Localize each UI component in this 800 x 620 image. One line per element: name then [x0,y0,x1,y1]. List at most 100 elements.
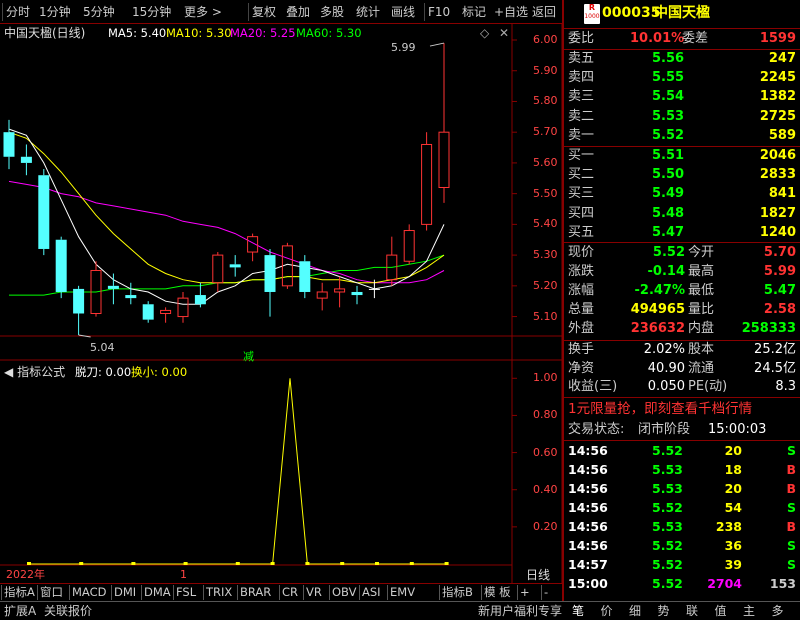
candle-body [316,291,328,299]
tick-row[interactable]: 14:56 5.53 20 B [568,480,800,498]
toolbar-button-9[interactable]: 画线 [391,4,415,20]
status-tab-5[interactable]: 值 [715,603,727,620]
tick-time: 14:56 [568,443,608,458]
stat-value: 5.47 [763,283,796,298]
order-volume: 589 [768,127,796,143]
indicator-tick: 0.60 [533,445,558,459]
indicator-tab-10[interactable]: OBV [332,585,356,600]
tick-time: 14:56 [568,500,608,515]
chart-toolbar: 分时 1分钟 5分钟 15分钟 更多 > 复权 叠加 多股 统计 画线 F10 标记 +自选 返回 [0,0,562,24]
order-book-row[interactable]: 卖二 5.53 2725 [568,108,800,126]
tick-price: 5.52 [652,500,683,515]
toolbar-button-4[interactable]: 更多 > [184,4,222,20]
order-book-row[interactable]: 卖一 5.52 589 [568,127,800,145]
chart-title: 中国天楹(日线) [4,26,86,40]
status-tab-expand[interactable]: 扩展A [4,603,36,620]
status-tab-1[interactable]: 价 [601,603,613,620]
high-marker-arrow [429,42,445,47]
indicator-tab-11[interactable]: ASI [362,585,381,600]
order-book-row[interactable]: 卖三 5.54 1382 [568,88,800,106]
indicator-tab-4[interactable]: DMA [144,585,171,600]
close-icon[interactable]: ✕ [499,26,509,40]
indicator-tab-7[interactable]: BRAR [240,585,271,600]
indicator-tab-12[interactable]: EMV [390,585,415,600]
order-book-row[interactable]: 买二 5.50 2833 [568,166,800,184]
indicator-tab-5[interactable]: FSL [176,585,196,600]
kline-chart-svg[interactable] [0,24,562,589]
order-volume: 2725 [759,108,796,124]
promo-banner[interactable]: 1元限量抢，即刻查看千档行情 [568,400,800,418]
toolbar-button-10[interactable]: F10 [428,4,450,20]
order-book-row[interactable]: 卖四 5.55 2245 [568,69,800,87]
indicator-tab-14[interactable]: 模 板 [484,585,511,600]
status-tab-3[interactable]: 势 [658,603,670,620]
status-promo[interactable]: 新用户福利专享 [478,603,562,620]
weibi-label: 委比 [568,31,595,46]
toolbar-button-3[interactable]: 15分钟 [132,4,171,20]
tick-row[interactable]: 14:56 5.52 36 S [568,537,800,555]
tick-volume: 2704 [707,576,742,591]
indicator-tab-8[interactable]: CR [282,585,298,600]
price-tick: 5.60 [533,155,558,169]
tick-row[interactable]: 14:56 5.53 238 B [568,518,800,536]
toolbar-button-5[interactable]: 复权 [252,4,276,20]
toolbar-button-1[interactable]: 1分钟 [39,4,71,20]
tick-row[interactable]: 14:56 5.52 20 S [568,442,800,460]
toolbar-button-2[interactable]: 5分钟 [83,4,115,20]
toolbar-button-7[interactable]: 多股 [320,4,344,20]
toolbar-button-6[interactable]: 叠加 [286,4,310,20]
tick-row[interactable]: 15:00 5.52 2704 153 [568,575,800,593]
stat-value: 25.2亿 [754,342,796,357]
period-label[interactable]: 日线 [526,568,550,582]
stat-value: 258333 [741,321,796,336]
toolbar-button-13[interactable]: 返回 [532,4,556,20]
indicator-tab-1[interactable]: 窗口 [40,585,63,600]
status-tab-6[interactable]: 主 [743,603,755,620]
order-price: 5.50 [652,167,685,183]
tick-row[interactable]: 14:56 5.52 54 S [568,499,800,517]
indicator-tab-0[interactable]: 指标A [4,585,35,600]
candle-body [438,131,450,188]
indicator-tab-15[interactable]: + [520,585,530,600]
status-bar: 扩展A 关联报价 新用户福利专享 笔价细势联值主多 [0,601,800,620]
order-price: 5.56 [652,51,685,66]
tick-row[interactable]: 14:57 5.52 39 S [568,556,800,574]
order-book-row[interactable]: 买五 5.47 1240 [568,224,800,242]
stat-label: 换手 [568,342,595,357]
stat-label: 涨幅 [568,283,595,298]
trade-status-time: 15:00:03 [708,422,767,437]
tick-row[interactable]: 14:56 5.53 18 B [568,461,800,479]
status-tab-4[interactable]: 联 [686,603,698,620]
order-book-row[interactable]: 卖五 5.56 247 [568,50,800,68]
toolbar-button-11[interactable]: 标记 [462,4,486,20]
order-book-row[interactable]: 买三 5.49 841 [568,185,800,203]
status-tab-0[interactable]: 笔 [572,603,584,620]
price-tick: 5.90 [533,63,558,77]
indicator-tab-2[interactable]: MACD [72,585,106,600]
indicator-tab-3[interactable]: DMI [114,585,136,600]
candle-body [20,156,32,163]
order-book-row[interactable]: 买一 5.51 2046 [568,147,800,165]
order-level-label: 买三 [568,186,595,202]
month-label: 1 [180,568,187,581]
order-book-row[interactable]: 买四 5.48 1827 [568,205,800,223]
indicator-name[interactable]: 指标公式 [17,365,65,379]
kline-chart-area[interactable]: 中国天楹(日线) MA5: 5.40 MA10: 5.30 MA20: 5.25 MA… [0,24,562,589]
status-tab-related[interactable]: 关联报价 [44,603,92,620]
trade-status-value: 闭市阶段 [638,422,691,437]
status-tab-7[interactable]: 多 [772,603,784,620]
toolbar-button-8[interactable]: 统计 [356,4,380,20]
indicator-tab-16[interactable]: - [544,585,548,600]
indicator-tab-6[interactable]: TRIX [206,585,232,600]
toolbar-button-0[interactable]: 分时 [6,4,30,20]
order-volume: 1240 [759,224,796,240]
toolbar-button-12[interactable]: +自选 [494,4,528,20]
indicator-tab-13[interactable]: 指标B [442,585,473,600]
dropdown-arrow-icon[interactable]: ◀ [4,365,13,379]
indicator-tab-9[interactable]: VR [306,585,322,600]
status-tab-2[interactable]: 细 [629,603,641,620]
toolbar-separator [424,3,425,21]
stat-label: 净资 [568,360,595,376]
high-price-label: 5.99 [391,41,416,54]
diamond-icon[interactable]: ◇ [480,26,489,40]
